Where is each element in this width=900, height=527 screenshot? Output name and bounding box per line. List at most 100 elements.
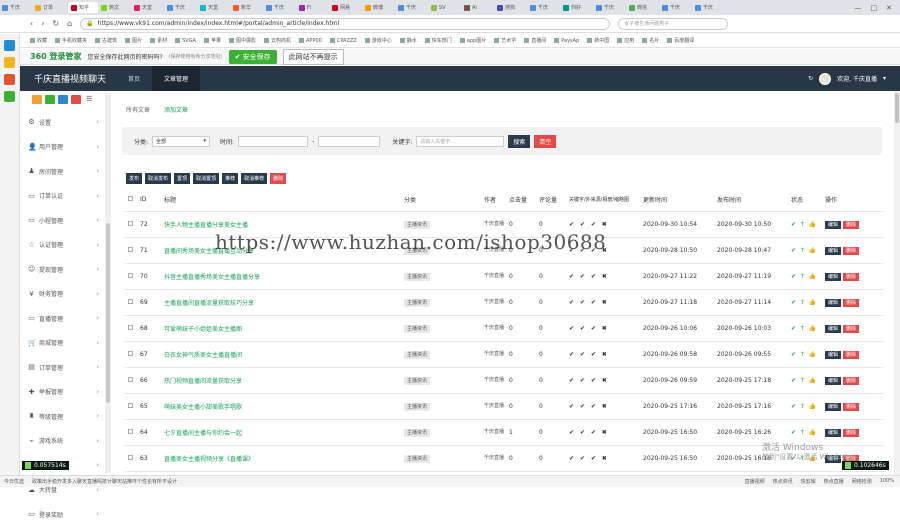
never-prompt-button[interactable]: 此网站不再提示	[283, 49, 344, 65]
bookmark-item[interactable]: APP00	[299, 38, 322, 44]
article-title-link[interactable]: 快手人物主播直播分享美女主播	[164, 222, 248, 229]
status-left[interactable]: 今日优选	[4, 478, 24, 485]
delete-button[interactable]: 删除	[843, 273, 859, 281]
sidebar-scrollbar[interactable]	[105, 93, 111, 473]
bookmark-item[interactable]: 新中国	[587, 37, 609, 44]
back-icon[interactable]: ‹	[30, 19, 33, 28]
row-checkbox[interactable]	[128, 299, 133, 304]
status-icons[interactable]: ✔ ↑ 👍	[791, 377, 817, 384]
tab-all-articles[interactable]: 所有文章	[126, 105, 150, 114]
status-icons[interactable]: ✔ ↑ 👍	[791, 273, 817, 280]
browser-tab[interactable]: Ai	[464, 2, 494, 13]
sidebar-item[interactable]: ▭登录奖励›	[20, 502, 105, 527]
browser-tab[interactable]: 热文	[101, 2, 131, 13]
col-id[interactable]: ID	[140, 189, 164, 211]
keyword-input[interactable]: 请输入关键字...	[416, 136, 504, 147]
browser-tab[interactable]: 千庆	[530, 2, 560, 13]
bookmark-item[interactable]: 静水	[400, 37, 417, 44]
col-updated[interactable]: 更新时间	[643, 189, 717, 211]
status-icons[interactable]: ✔ ↑ 👍	[791, 429, 817, 436]
status-icons[interactable]: ✔ ↑ 👍	[791, 325, 817, 332]
safe-save-button[interactable]: ✔ 安全保存	[229, 50, 277, 64]
maximize-icon[interactable]: □	[871, 4, 878, 12]
status-icons[interactable]: ✔ ↑ 👍	[791, 403, 817, 410]
browser-tab[interactable]: 你好	[563, 2, 593, 13]
col-clicks[interactable]: 点击量	[509, 189, 539, 211]
url-field[interactable]: 🔒 https://www.vk91.com/admin/index/index…	[80, 18, 610, 30]
bookmark-item[interactable]: 百度翻译	[667, 37, 694, 44]
sidebar-item[interactable]: 🛒商城管理›	[20, 331, 105, 356]
sidebar-item[interactable]: ♟房间管理›	[20, 159, 105, 184]
reload-icon[interactable]: ↻	[52, 19, 59, 28]
bookmark-item[interactable]: 古建筑	[95, 37, 117, 44]
edit-button[interactable]: 编辑	[825, 273, 841, 281]
forward-icon[interactable]: ›	[41, 19, 44, 28]
sidebar-item[interactable]: ♜等级管理›	[20, 404, 105, 429]
wallet-icon[interactable]	[4, 91, 15, 102]
weibo-icon[interactable]	[4, 74, 15, 85]
delete-button[interactable]: 删除	[843, 247, 859, 255]
browser-search-field[interactable]: 女子被生命问题男子	[618, 18, 728, 30]
sidebar-item[interactable]: ▭小程管理›	[20, 208, 105, 233]
minimize-icon[interactable]: —	[855, 4, 862, 12]
caret-down-icon[interactable]: ▾	[883, 75, 886, 82]
bookmark-item[interactable]: 图片	[125, 37, 142, 44]
article-title-link[interactable]: 萌妹美女主播小甜美歌手唱歌	[164, 404, 242, 411]
batch-action-button[interactable]: 置顶	[174, 173, 190, 184]
status-icons[interactable]: ✔ ↑ 👍	[791, 351, 817, 358]
ie-icon[interactable]	[4, 40, 15, 51]
row-checkbox[interactable]	[128, 325, 133, 330]
row-checkbox[interactable]	[128, 429, 133, 434]
delete-button[interactable]: 删除	[843, 325, 859, 333]
article-title-link[interactable]: 白衣女神气质美女主播直播间	[164, 352, 242, 359]
row-checkbox[interactable]	[128, 351, 133, 356]
browser-tab[interactable]: 搜狗	[497, 2, 527, 13]
browser-tab[interactable]: SV	[431, 2, 461, 13]
bookmark-item[interactable]: 苹果	[204, 37, 221, 44]
col-comments[interactable]: 评论量	[539, 189, 569, 211]
browser-tab[interactable]: 微博	[365, 2, 395, 13]
nav-article-management[interactable]: 文章管理	[152, 66, 200, 91]
status-icons[interactable]: ✔ ↑ 👍	[791, 299, 817, 306]
page-scrollbar[interactable]	[894, 91, 900, 475]
quick-green-button[interactable]	[45, 95, 55, 104]
browser-tab[interactable]: 千庆	[695, 2, 725, 13]
bookmark-item[interactable]: 名片	[642, 37, 659, 44]
refresh-icon[interactable]: ↻	[808, 75, 813, 82]
col-published[interactable]: 发布时间	[717, 189, 791, 211]
row-checkbox[interactable]	[128, 221, 133, 226]
browser-tab[interactable]: 天堂	[200, 2, 230, 13]
edit-button[interactable]: 编辑	[825, 429, 841, 437]
bookmark-item[interactable]: 快车部门	[425, 37, 452, 44]
bookmark-item[interactable]: CPAZZZ	[330, 38, 357, 44]
bookmark-item[interactable]: 云构商机	[264, 37, 291, 44]
status-icons[interactable]: ✔ ↑ 👍	[791, 221, 817, 228]
tab-add-article[interactable]: 添加文章	[164, 105, 188, 114]
browser-tab[interactable]: 天堂	[134, 2, 164, 13]
batch-action-button[interactable]: 取消置顶	[193, 173, 219, 184]
status-item[interactable]: 网络检测	[852, 478, 872, 485]
article-title-link[interactable]: 主播直播间直播流量获取技巧分享	[164, 300, 254, 307]
quick-orange-button[interactable]	[32, 95, 42, 104]
select-all-checkbox[interactable]	[128, 196, 133, 201]
browser-tab[interactable]: 千庆	[398, 2, 428, 13]
batch-action-button[interactable]: 发布	[126, 173, 142, 184]
batch-action-button[interactable]: 取消发布	[145, 173, 171, 184]
search-button[interactable]: 搜索	[508, 135, 530, 148]
row-checkbox[interactable]	[128, 377, 133, 382]
bookmark-item[interactable]: 应用	[617, 37, 634, 44]
row-checkbox[interactable]	[128, 247, 133, 252]
article-title-link[interactable]: 抖音主播直播秀场美女主播直播分享	[164, 274, 260, 281]
status-news[interactable]: 政策出手稳开发多入聊天直播吗技计聊天站推环个性论有所不设计	[32, 478, 177, 485]
bookmark-item[interactable]: 艺术字	[494, 37, 516, 44]
browser-tab[interactable]: 千庆	[266, 2, 296, 13]
star-icon[interactable]	[4, 57, 15, 68]
sidebar-item[interactable]: ☺提现管理›	[20, 257, 105, 282]
sidebar-item[interactable]: 👤用户管理›	[20, 135, 105, 160]
sidebar-item[interactable]: ✚举报管理›	[20, 380, 105, 405]
bookmark-item[interactable]: 手机收藏夹	[55, 37, 87, 44]
browser-tab[interactable]: 千庆	[2, 2, 32, 13]
status-icons[interactable]: ✔ ↑ 👍	[791, 247, 817, 254]
bookmark-item[interactable]: SVGA	[175, 38, 196, 44]
batch-action-button[interactable]: 推荐	[222, 173, 238, 184]
